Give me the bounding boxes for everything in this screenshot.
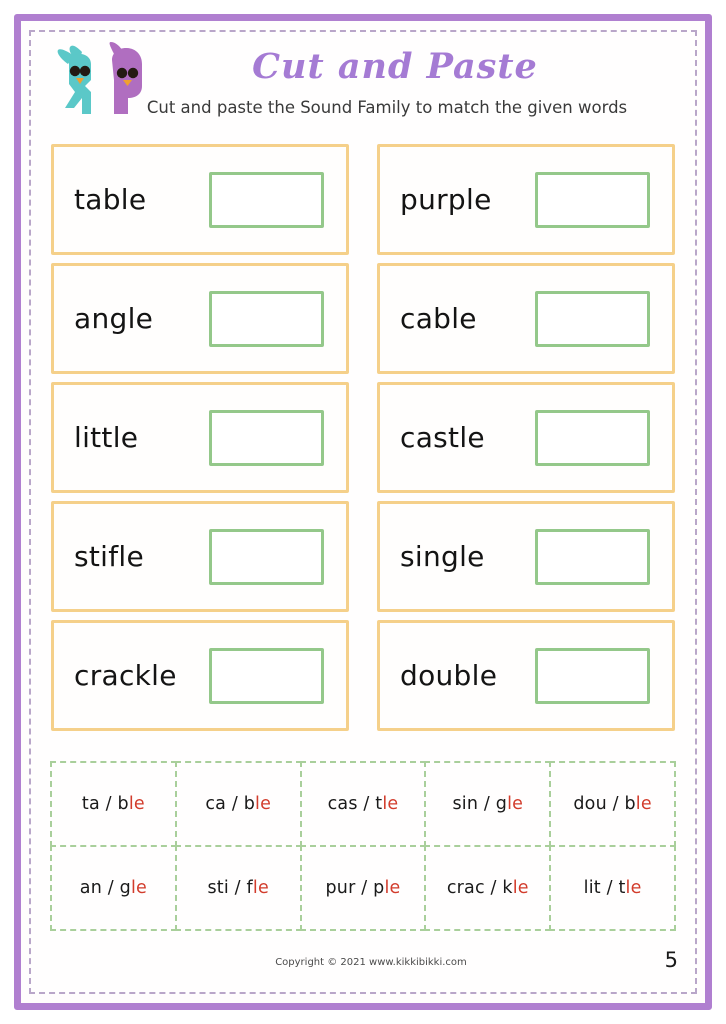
page-title: Cut and Paste <box>252 46 538 87</box>
word-card-label: purple <box>400 183 492 216</box>
word-card: table <box>51 144 349 255</box>
word-card-label: crackle <box>74 659 177 692</box>
tile-suffix-highlight: le <box>507 794 524 814</box>
answer-drop-box[interactable] <box>209 290 324 347</box>
tile-prefix: ca / b <box>205 794 256 814</box>
answer-drop-box[interactable] <box>535 171 650 228</box>
tile-prefix: dou / b <box>573 794 636 814</box>
word-card-label: double <box>400 659 498 692</box>
answer-drop-box[interactable] <box>209 409 324 466</box>
tile-suffix-highlight: le <box>382 794 399 814</box>
cutout-tile[interactable]: pur / p le <box>299 845 427 931</box>
tile-prefix: lit / t <box>583 878 626 898</box>
cutout-tile[interactable]: cas / t le <box>299 761 427 847</box>
footer-page-number: 5 <box>664 948 678 972</box>
cutout-tile[interactable]: lit / t le <box>549 845 676 931</box>
tile-suffix-highlight: le <box>625 878 642 898</box>
cutout-tile-grid: ta / b le ca / b le cas / t le sin / g le dou / … <box>50 761 676 931</box>
cutout-tile[interactable]: dou / b le <box>549 761 676 847</box>
worksheet-page: Cut and Paste Cut and paste the Sound Fa… <box>0 0 726 1024</box>
word-card-grid: table purple angle cable little castle stifle s… <box>51 144 675 731</box>
cutout-tile[interactable]: sin / g le <box>424 761 552 847</box>
cutout-tile[interactable]: an / g le <box>50 845 177 931</box>
cutout-tile[interactable]: crac / k le <box>424 845 552 931</box>
tile-prefix: sti / f <box>207 878 253 898</box>
word-card-label: castle <box>400 421 485 454</box>
cutout-tile[interactable]: ca / b le <box>174 761 302 847</box>
word-card: angle <box>51 263 349 374</box>
tile-suffix-highlight: le <box>512 878 529 898</box>
worksheet-header: Cut and Paste Cut and paste the Sound Fa… <box>40 36 686 134</box>
word-card: little <box>51 382 349 493</box>
word-card-label: cable <box>400 302 477 335</box>
word-card-label: stifle <box>74 540 145 573</box>
tile-suffix-highlight: le <box>130 878 147 898</box>
answer-drop-box[interactable] <box>535 528 650 585</box>
answer-drop-box[interactable] <box>209 171 324 228</box>
word-card-label: little <box>74 421 139 454</box>
tile-prefix: an / g <box>79 878 131 898</box>
answer-drop-box[interactable] <box>535 409 650 466</box>
word-card-label: angle <box>74 302 154 335</box>
tile-suffix-highlight: le <box>384 878 401 898</box>
tile-prefix: ta / b <box>81 794 129 814</box>
tile-prefix: cas / t <box>327 794 383 814</box>
answer-drop-box[interactable] <box>535 290 650 347</box>
answer-drop-box[interactable] <box>535 647 650 704</box>
word-card: single <box>377 501 675 612</box>
page-subtitle: Cut and paste the Sound Family to match … <box>146 98 628 117</box>
word-card-label: table <box>74 183 147 216</box>
tile-suffix-highlight: le <box>635 794 652 814</box>
answer-drop-box[interactable] <box>209 647 324 704</box>
cutout-tile[interactable]: ta / b le <box>50 761 177 847</box>
word-card: stifle <box>51 501 349 612</box>
footer-copyright: Copyright © 2021 www.kikkibikki.com <box>275 957 467 968</box>
cutout-tile[interactable]: sti / f le <box>174 845 302 931</box>
word-card-label: single <box>400 540 485 573</box>
tile-prefix: pur / p <box>325 878 385 898</box>
tile-prefix: sin / g <box>452 794 508 814</box>
word-card: cable <box>377 263 675 374</box>
tile-suffix-highlight: le <box>252 878 269 898</box>
word-card: crackle <box>51 620 349 731</box>
tile-suffix-highlight: le <box>255 794 272 814</box>
tile-suffix-highlight: le <box>128 794 145 814</box>
word-card: purple <box>377 144 675 255</box>
answer-drop-box[interactable] <box>209 528 324 585</box>
word-card: double <box>377 620 675 731</box>
tile-prefix: crac / k <box>446 878 513 898</box>
word-card: castle <box>377 382 675 493</box>
